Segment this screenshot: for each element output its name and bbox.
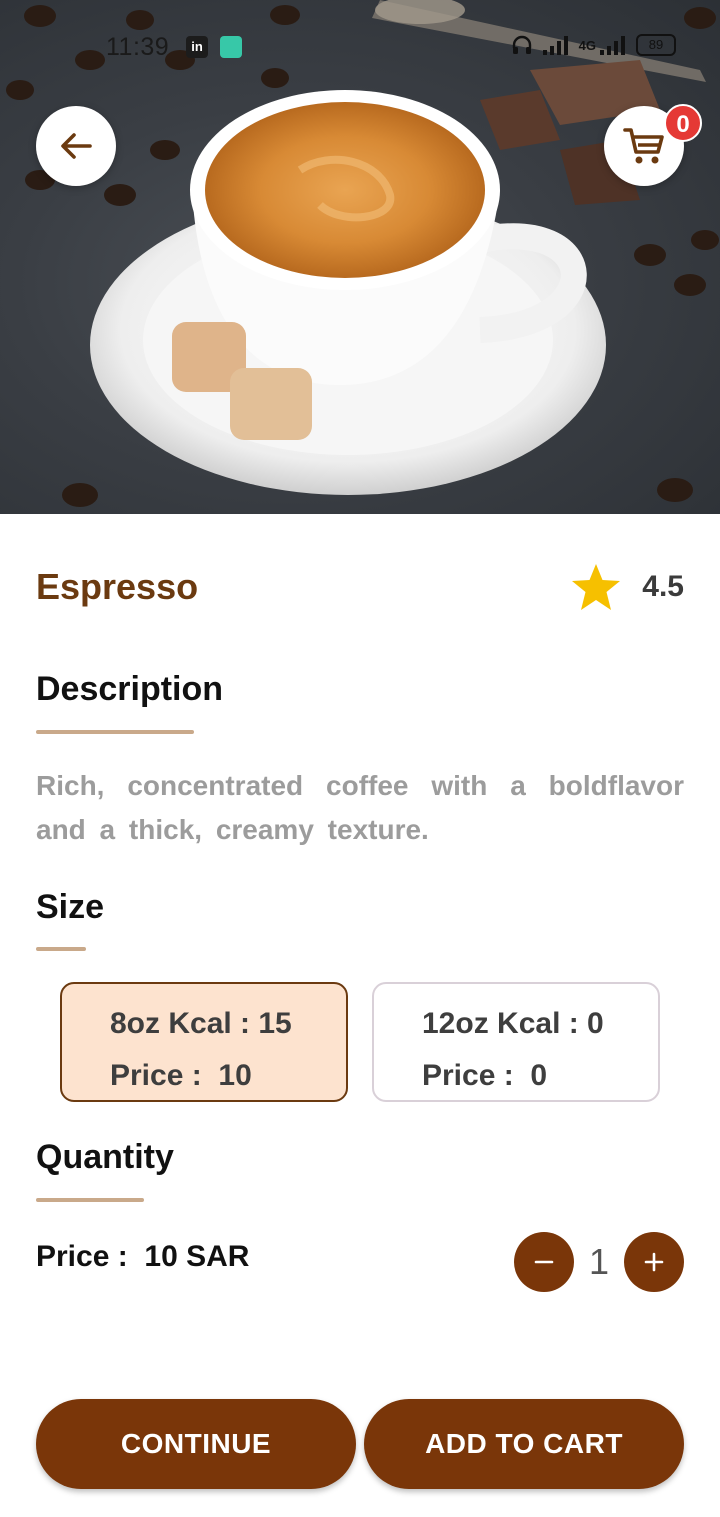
increase-quantity-button[interactable] — [624, 1232, 684, 1292]
description-heading: Description — [36, 670, 224, 708]
arrow-left-icon — [61, 133, 92, 159]
cart-count-badge: 0 — [664, 104, 702, 142]
add-to-cart-button[interactable]: ADD TO CART — [364, 1399, 684, 1489]
product-rating: 4.5 — [570, 562, 684, 612]
status-right-icons: 4G 89 — [511, 34, 676, 56]
size-price: Price : 0 — [422, 1059, 548, 1092]
rating-value: 4.5 — [642, 570, 684, 603]
quantity-heading: Quantity — [36, 1138, 174, 1176]
size-option-8oz[interactable]: 8oz Kcal : 15 Price : 10 — [60, 982, 348, 1102]
quantity-stepper: 1 — [514, 1232, 684, 1292]
status-bar: 11:39 in 4G 89 — [0, 0, 720, 92]
plus-icon — [644, 1252, 664, 1272]
minus-icon — [534, 1260, 554, 1264]
back-button[interactable] — [36, 106, 116, 186]
headset-icon — [512, 35, 531, 54]
signal-icon-2 — [600, 36, 625, 55]
network-type: 4G — [578, 37, 596, 53]
size-kcal: 8oz Kcal : 15 — [110, 1007, 292, 1040]
size-kcal: 12oz Kcal : 0 — [422, 1007, 604, 1040]
star-icon — [572, 564, 621, 610]
shopping-cart-icon — [623, 128, 664, 164]
size-price: Price : 10 — [110, 1059, 252, 1092]
description-underline — [36, 730, 194, 734]
product-description: Rich, concentrated coffee with a boldfla… — [36, 770, 684, 845]
quantity-value: 1 — [588, 1241, 610, 1282]
decrease-quantity-button[interactable] — [514, 1232, 574, 1292]
linkedin-icon: in — [186, 36, 208, 58]
size-underline — [36, 947, 86, 951]
product-image: 11:39 in 4G 89 — [0, 0, 720, 514]
size-heading: Size — [36, 888, 105, 926]
quantity-underline — [36, 1198, 144, 1202]
size-option-12oz[interactable]: 12oz Kcal : 0 Price : 0 — [372, 982, 660, 1102]
continue-button[interactable]: CONTINUE — [36, 1399, 356, 1489]
status-time: 11:39 — [106, 33, 170, 61]
total-price: Price : 10 SAR — [36, 1240, 250, 1273]
product-title: Espresso — [36, 566, 199, 607]
battery-icon: 89 — [636, 34, 676, 56]
chat-app-icon — [220, 36, 242, 58]
signal-icon — [542, 36, 568, 55]
